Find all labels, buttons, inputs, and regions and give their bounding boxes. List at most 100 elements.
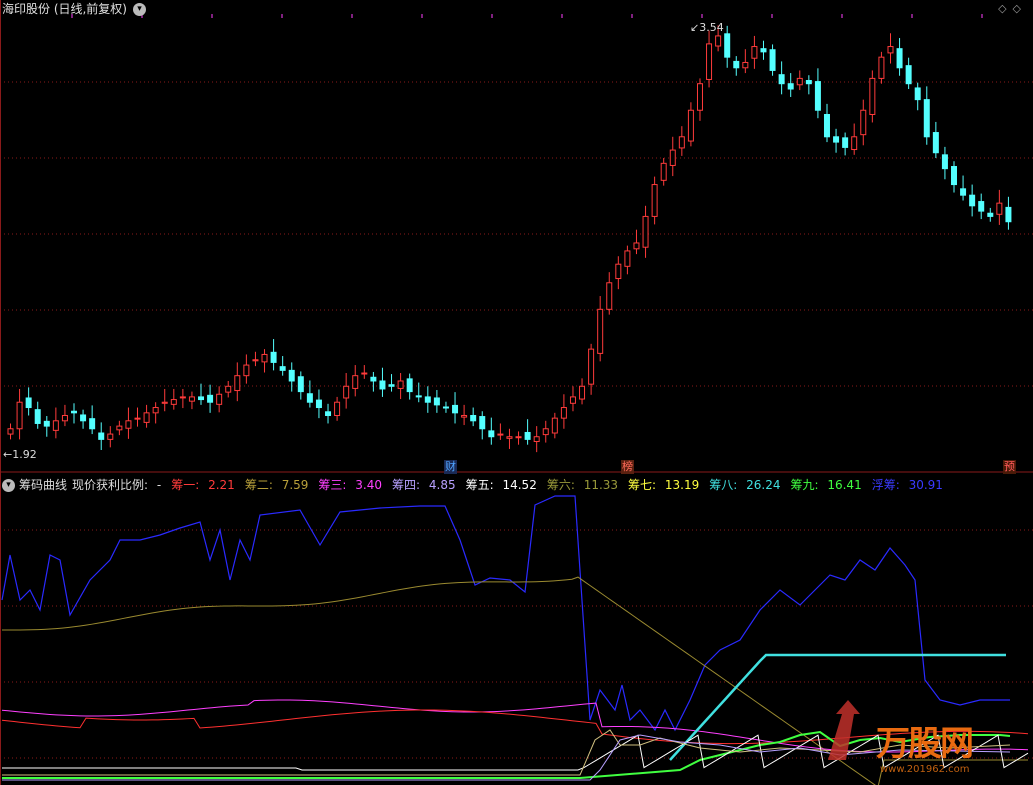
event-marker-forecast[interactable]: 预 [1003,460,1016,474]
candle-down [297,376,304,393]
candle-up [869,77,876,115]
candle-up [461,414,468,418]
candle-up [161,401,168,404]
candle-up [116,425,123,431]
candle-up [352,375,359,389]
candle-up [669,149,676,166]
candle-up [597,308,604,354]
candle-down [914,87,921,101]
candle-down [279,366,286,371]
candle-down [787,83,794,90]
candle-up [225,385,232,393]
candle-down [769,49,776,71]
candle-up [642,215,649,248]
chart-window: 海印股份 (日线,前复权) ▾ ◇◇ ↙3.54 ←1.92 财 榜 预 ▾ 筹… [0,0,1033,785]
candle-up [152,407,159,414]
candle-down [98,432,105,440]
candle-up [125,420,132,429]
candle-up [887,46,894,54]
candle-up [252,359,259,362]
candle-down [388,384,395,387]
chip3-curve [1,699,1029,753]
indicator-item-value: 26.24 [742,478,781,492]
candle-up [216,393,223,405]
indicator-item-label: 筹六: [546,478,575,492]
candle-up [188,396,195,402]
candle-up [579,385,586,400]
indicator-item: 筹六: 11.33 [547,478,623,492]
candle-down [288,369,295,382]
indicator-item: 筹八: 26.24 [709,478,785,492]
candle-down [987,212,994,217]
candle-down [805,80,812,85]
indicator-item-label: 筹七: [628,478,657,492]
indicator-item: 筹五: 14.52 [466,478,542,492]
candle-up [243,364,250,377]
indicator-item-value: 16.41 [823,478,862,492]
indicator-values: 筹一: 2.21 筹二: 7.59 筹三: 3.40 筹四: 4.85 筹五: 14.5… [171,477,953,493]
indicator-item-label: 筹五: [465,478,494,492]
indicator-item: 筹三: 3.40 [318,478,387,492]
indicator-item-value: 13.19 [661,478,700,492]
chevron-down-icon[interactable]: ▾ [2,478,15,492]
candle-up [515,436,522,439]
candle-down [379,380,386,390]
candle-down [814,81,821,111]
candle-down [442,406,449,409]
event-marker-list[interactable]: 榜 [621,460,634,474]
candle-up [533,436,540,443]
candle-up [343,385,350,399]
candle-down [488,430,495,438]
candle-down [724,33,731,58]
candle-up [706,43,713,80]
event-marker-finance[interactable]: 财 [444,460,457,474]
candle-down [80,414,87,422]
candle-up [16,401,23,430]
candle-down [270,351,277,363]
candle-down [923,99,930,138]
candle-down [470,414,477,422]
candle-up [234,375,241,392]
indicator-item-value: 4.85 [425,478,456,492]
candle-up [397,380,404,389]
ratio-label-text: 现价获利比例: [72,478,149,492]
candlestick-series[interactable] [7,25,1012,453]
indicator-item: 筹一: 2.21 [171,478,240,492]
candle-up [851,136,858,151]
candle-down [25,397,32,409]
indicator-item-value: 7.59 [277,478,309,492]
candle-down [978,201,985,212]
candle-up [687,109,694,142]
indicator-item-label: 筹三: [318,478,347,492]
candle-down [370,376,377,382]
chevron-down-icon[interactable]: ▾ [133,2,146,16]
ratio-label: 现价获利比例: - [72,477,166,493]
nav-diamond-icons[interactable]: ◇◇ [998,2,1027,15]
candle-up [361,372,368,375]
chart-canvas[interactable] [0,0,1033,785]
indicator-item-label: 筹二: [244,478,273,492]
candle-down [524,431,531,440]
candle-up [7,428,14,435]
candle-up [143,412,150,423]
candle-down [325,411,332,416]
candle-down [960,188,967,196]
indicator-item-value: 30.91 [904,478,943,492]
diamond-icon[interactable]: ◇ [1013,2,1027,15]
candle-up [560,407,567,419]
candle-down [941,154,948,170]
indicator-item-label: 筹四: [392,478,421,492]
candle-down [415,395,422,398]
ratio-value: - [156,478,162,492]
candle-up [134,417,141,420]
chip-curves [1,495,1029,785]
candle-up [551,417,558,434]
candle-down [315,399,322,409]
candle-down [905,65,912,85]
indicator-item: 浮筹: 30.91 [872,478,948,492]
candle-up [606,282,613,310]
chip6-curve [1,576,1028,785]
candle-down [479,416,486,430]
diamond-icon[interactable]: ◇ [998,2,1012,15]
indicator-item: 筹七: 13.19 [628,478,704,492]
